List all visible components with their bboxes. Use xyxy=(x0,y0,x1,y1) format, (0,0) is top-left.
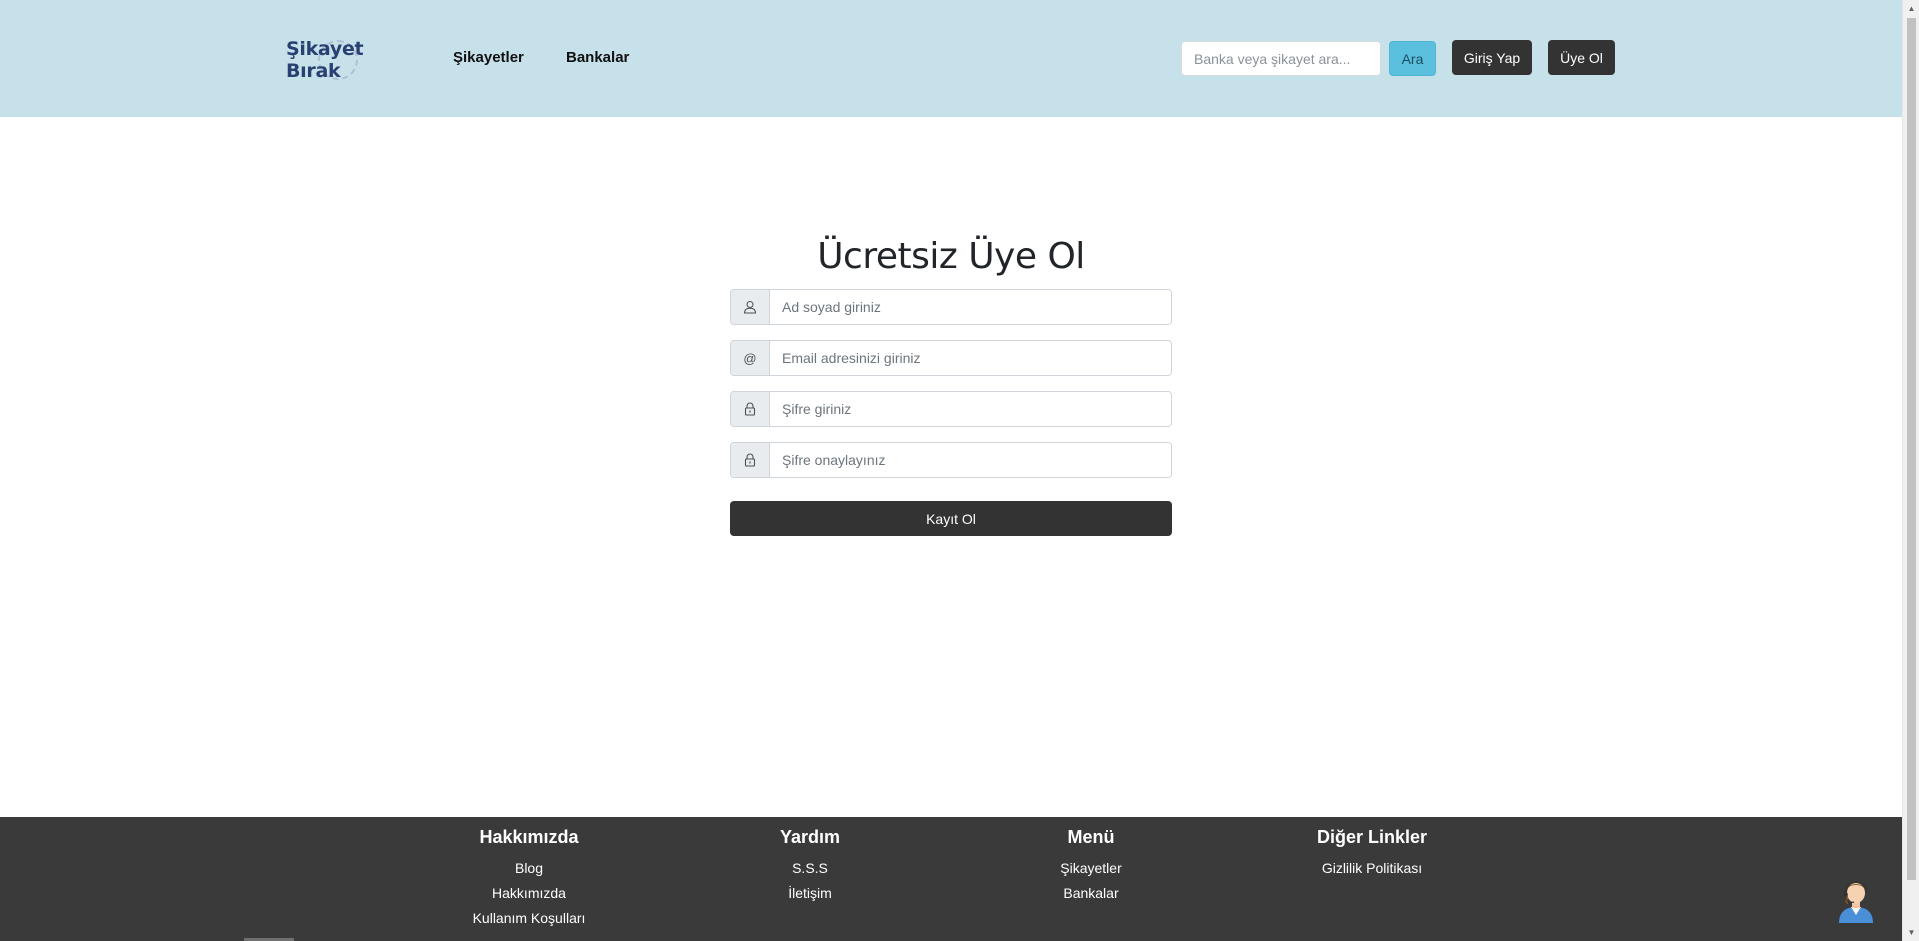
page-title: Ücretsiz Üye Ol xyxy=(817,236,1085,277)
password-input[interactable] xyxy=(770,392,1171,426)
footer-column-diger-linkler: Diğer Linkler Gizlilik Politikası xyxy=(1262,827,1482,881)
footer-heading: Diğer Linkler xyxy=(1316,827,1428,847)
footer-link-iletisim[interactable]: İletişim xyxy=(700,881,920,906)
logo-text: Şikayet Bırak xyxy=(286,38,364,82)
nav-sikayetler[interactable]: Şikayetler xyxy=(453,49,524,66)
nav-bankalar[interactable]: Bankalar xyxy=(566,49,629,66)
scroll-down-icon[interactable]: ▼ xyxy=(1903,924,1919,941)
email-field: @ xyxy=(730,340,1172,376)
fullname-field xyxy=(730,289,1172,325)
footer-link-sss[interactable]: S.S.S xyxy=(700,856,920,881)
footer-column-hakkimizda: Hakkımızda Blog Hakkımızda Kullanım Koşu… xyxy=(419,827,639,931)
footer-heading: Menü xyxy=(1067,827,1115,847)
footer-link-hakkimizda[interactable]: Hakkımızda xyxy=(419,881,639,906)
lock-icon xyxy=(731,392,770,426)
footer-link-sikayetler[interactable]: Şikayetler xyxy=(981,856,1201,881)
search-button[interactable]: Ara xyxy=(1389,41,1436,76)
email-input[interactable] xyxy=(770,341,1171,375)
footer-link-bankalar[interactable]: Bankalar xyxy=(981,881,1201,906)
footer-column-yardim: Yardım S.S.S İletişim xyxy=(700,827,920,906)
user-icon xyxy=(731,290,770,324)
footer-heading: Yardım xyxy=(779,827,841,847)
footer-link-gizlilik-politikasi[interactable]: Gizlilik Politikası xyxy=(1262,856,1482,881)
at-icon: @ xyxy=(731,341,770,375)
footer-link-blog[interactable]: Blog xyxy=(419,856,639,881)
scrollbar-thumb[interactable] xyxy=(1907,18,1916,880)
search-input[interactable] xyxy=(1181,41,1381,76)
footer-heading: Hakkımızda xyxy=(479,827,579,847)
password-confirm-field xyxy=(730,442,1172,478)
site-header: Şikayet Bırak Şikayetler Bankalar Ara Gi… xyxy=(0,0,1902,117)
lock-icon xyxy=(731,443,770,477)
footer-link-kullanim-kosullari[interactable]: Kullanım Koşulları xyxy=(419,906,639,931)
page-scrollbar[interactable]: ▲ ▼ xyxy=(1902,0,1919,941)
footer-column-menu: Menü Şikayetler Bankalar xyxy=(981,827,1201,906)
register-submit-button[interactable]: Kayıt Ol xyxy=(730,501,1172,536)
login-button[interactable]: Giriş Yap xyxy=(1452,40,1532,75)
fullname-input[interactable] xyxy=(770,290,1171,324)
password-confirm-input[interactable] xyxy=(770,443,1171,477)
scroll-up-icon[interactable]: ▲ xyxy=(1903,0,1919,17)
site-logo[interactable]: Şikayet Bırak xyxy=(286,38,406,82)
site-footer: Hakkımızda Blog Hakkımızda Kullanım Koşu… xyxy=(0,817,1902,941)
password-field xyxy=(730,391,1172,427)
register-button[interactable]: Üye Ol xyxy=(1548,40,1615,75)
support-agent-icon[interactable] xyxy=(1835,873,1877,923)
